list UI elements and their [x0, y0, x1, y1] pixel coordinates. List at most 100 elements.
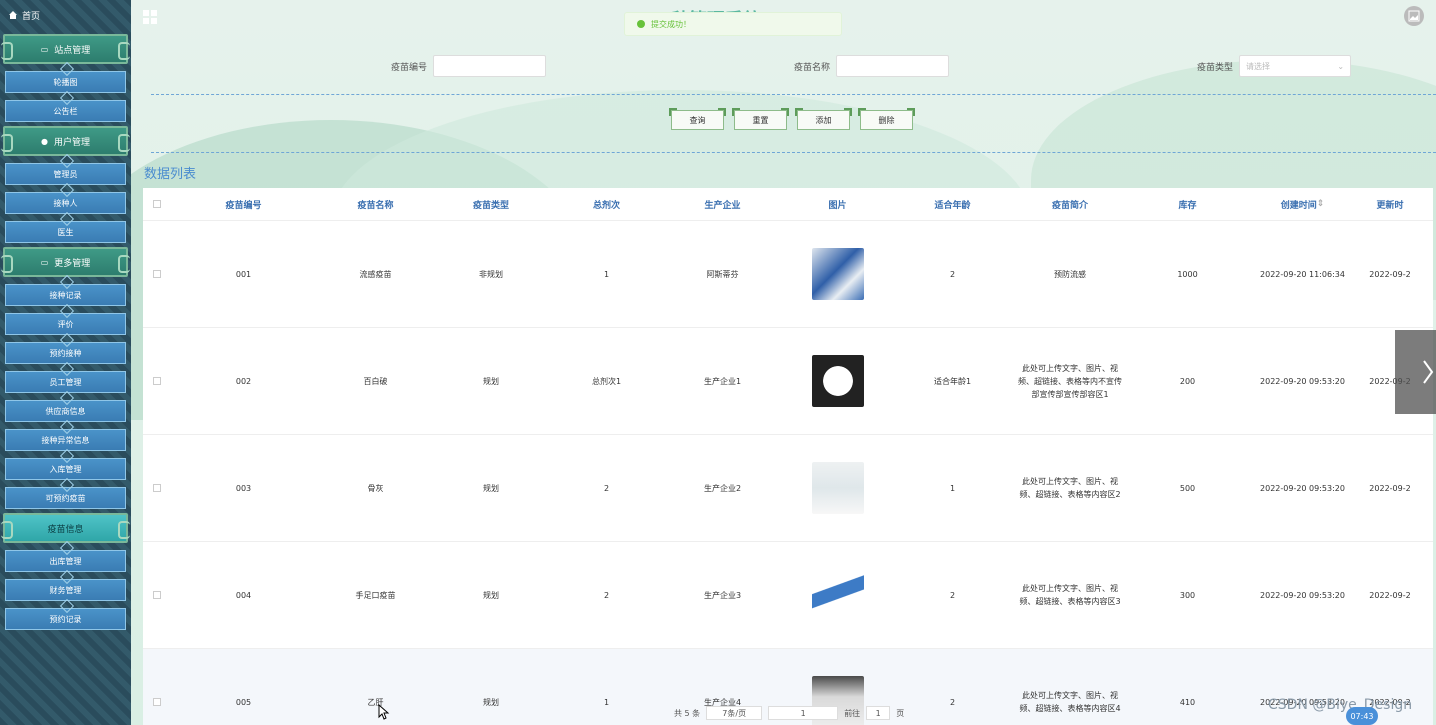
goto-input[interactable]: 1 [866, 706, 891, 720]
table-cell: 此处可上传文字、图片、视频、超链接、表格等内容区2 [1010, 475, 1130, 501]
copy-icon: ▭ [40, 257, 49, 267]
row-checkbox[interactable] [152, 484, 161, 492]
cell-intro: 预防流感 [1054, 269, 1086, 279]
cell-code: 001 [235, 269, 252, 279]
cell-updated: 2022-09-2 [1369, 483, 1411, 493]
sidebar-item[interactable]: 财务管理 [5, 579, 126, 601]
vaccine-image [811, 355, 864, 407]
sidebar-item[interactable]: 接种记录 [5, 284, 126, 306]
main-area: 种管理系统 提交成功！ 疫苗编号 疫苗名称 疫苗类型 请选择 ⌄ 查询 重置 添… [131, 0, 1436, 725]
avatar[interactable] [1404, 6, 1424, 26]
table-row: 003 骨灰 规划 2 生产企业2 1 此处可上传文字、图片、视频、超链接、表格等内容区2 5… [143, 435, 1433, 542]
column-header-label: 总剂次 [592, 200, 620, 211]
sidebar-item-label: 医生 [57, 227, 74, 237]
sidebar-item-label: 出库管理 [49, 556, 82, 566]
sidebar-item-label: 管理员 [53, 169, 78, 179]
watermark: CSDN @Biye_Design [1268, 697, 1413, 713]
current-page[interactable]: 1 [768, 706, 839, 720]
table-cell: 2022-09-20 09:53:20 [1245, 484, 1360, 493]
home-link[interactable]: 首页 [0, 0, 131, 30]
table-cell [780, 569, 895, 621]
name-input[interactable] [836, 55, 950, 77]
table-row: 002 百白破 规划 总剂次1 生产企业1 适合年龄1 此处可上传文字、图片、视频、超链接、… [143, 328, 1433, 435]
success-toast: 提交成功！ [624, 12, 842, 36]
sidebar-item[interactable]: 接种异常信息 [5, 429, 126, 451]
next-arrow-button[interactable] [1395, 330, 1436, 414]
cell-created: 2022-09-20 09:53:20 [1260, 483, 1345, 493]
type-select[interactable]: 请选择 ⌄ [1239, 55, 1352, 77]
cell-doses: 总剂次1 [591, 376, 622, 386]
menu-grid-icon[interactable] [143, 10, 157, 24]
sidebar-item[interactable]: 管理员 [5, 163, 126, 185]
sidebar-item[interactable]: 入库管理 [5, 458, 126, 480]
row-checkbox[interactable] [152, 591, 161, 599]
cell-name: 流感疫苗 [359, 269, 392, 279]
sidebar-item[interactable]: 可预约疫苗 [5, 487, 126, 509]
table-cell: 阿斯蒂芬 [665, 269, 780, 280]
goto-unit: 页 [896, 708, 905, 718]
sidebar-item-label: 接种记录 [49, 290, 82, 300]
nav-group[interactable]: ● 用户管理 [1, 126, 130, 156]
sidebar: 首页 ▭ 站点管理 轮播图 公告栏 ● 用户管理 管理员 接种人 医生 ▭ 更多管理 接种记录 评价 预约… [0, 0, 131, 725]
sidebar-item-label: 接种异常信息 [41, 435, 90, 445]
row-checkbox[interactable] [152, 270, 161, 278]
table-header: 疫苗编号 疫苗名称 疫苗类型 总剂次 生产企业 图片 适合年龄 疫苗简介 库存 创建时间 ⇕ 更新时 [143, 188, 1433, 221]
column-header-label: 库存 [1178, 200, 1197, 211]
column-header: 更新时 [1360, 198, 1420, 211]
select-all-checkbox[interactable] [152, 200, 161, 208]
toast-message: 提交成功！ [651, 19, 691, 29]
table-cell: 2022-09-20 11:06:34 [1245, 270, 1360, 279]
cell-age: 2 [949, 590, 956, 600]
column-header-label: 疫苗简介 [1051, 200, 1088, 211]
caret-sort-icon[interactable]: ⇕ [1317, 199, 1325, 209]
table-cell: 410 [1130, 698, 1245, 707]
code-input[interactable] [433, 55, 547, 77]
sidebar-item-label: 接种人 [53, 198, 78, 208]
mouse-cursor-icon [378, 704, 390, 720]
sidebar-item[interactable]: 轮播图 [5, 71, 126, 93]
sidebar-item[interactable]: 接种人 [5, 192, 126, 214]
sidebar-item[interactable]: 供应商信息 [5, 400, 126, 422]
delete-button[interactable]: 删除 [858, 108, 915, 130]
cell-type: 非规划 [479, 269, 503, 279]
type-label: 疫苗类型 [1197, 62, 1234, 73]
cell-stock: 300 [1179, 590, 1196, 600]
sidebar-item-label: 公告栏 [53, 106, 78, 116]
sidebar-item[interactable]: 评价 [5, 313, 126, 335]
sidebar-item-label: 供应商信息 [45, 406, 86, 416]
column-header-label: 生产企业 [704, 200, 741, 211]
cell-stock: 200 [1179, 376, 1196, 386]
add-button[interactable]: 添加 [795, 108, 852, 130]
search-type: 疫苗类型 请选择 ⌄ [1197, 55, 1352, 77]
cell-intro: 此处可上传文字、图片、视频、超链接、表格等内容区3 [1019, 584, 1121, 606]
table-cell: 规划 [434, 376, 548, 387]
table-cell [780, 355, 895, 407]
row-checkbox[interactable] [152, 377, 161, 385]
sidebar-item[interactable]: 预约接种 [5, 342, 126, 364]
sidebar-item[interactable]: 公告栏 [5, 100, 126, 122]
row-checkbox[interactable] [152, 698, 161, 706]
cell-maker: 阿斯蒂芬 [706, 269, 739, 279]
table-cell: 适合年龄1 [895, 376, 1010, 387]
table-cell: 生产企业2 [665, 483, 780, 494]
cell-updated: 2022-09-2 [1369, 590, 1411, 600]
row-checkbox-cell [143, 698, 170, 706]
reset-button[interactable]: 重置 [732, 108, 789, 130]
sidebar-item[interactable]: 预约记录 [5, 608, 126, 630]
row-checkbox-cell [143, 484, 170, 492]
column-header: 图片 [780, 198, 895, 211]
sidebar-item[interactable]: 医生 [5, 221, 126, 243]
clock-badge: 07:43 [1346, 707, 1378, 725]
sidebar-item[interactable]: 员工管理 [5, 371, 126, 393]
page-size-select[interactable]: 7条/页 [706, 706, 763, 720]
page-number: 1 [800, 708, 806, 718]
nav-group[interactable]: 疫苗信息 [1, 513, 130, 543]
nav-group-label: 站点管理 [54, 45, 91, 56]
nav-group[interactable]: ▭ 更多管理 [1, 247, 130, 277]
query-button[interactable]: 查询 [669, 108, 726, 130]
pagination: 共 5 条 7条/页 1 前往 1 页 [674, 706, 904, 720]
table-cell: 2 [895, 698, 1010, 707]
sidebar-item[interactable]: 出库管理 [5, 550, 126, 572]
cell-age: 1 [949, 483, 956, 493]
nav-group[interactable]: ▭ 站点管理 [1, 34, 130, 64]
